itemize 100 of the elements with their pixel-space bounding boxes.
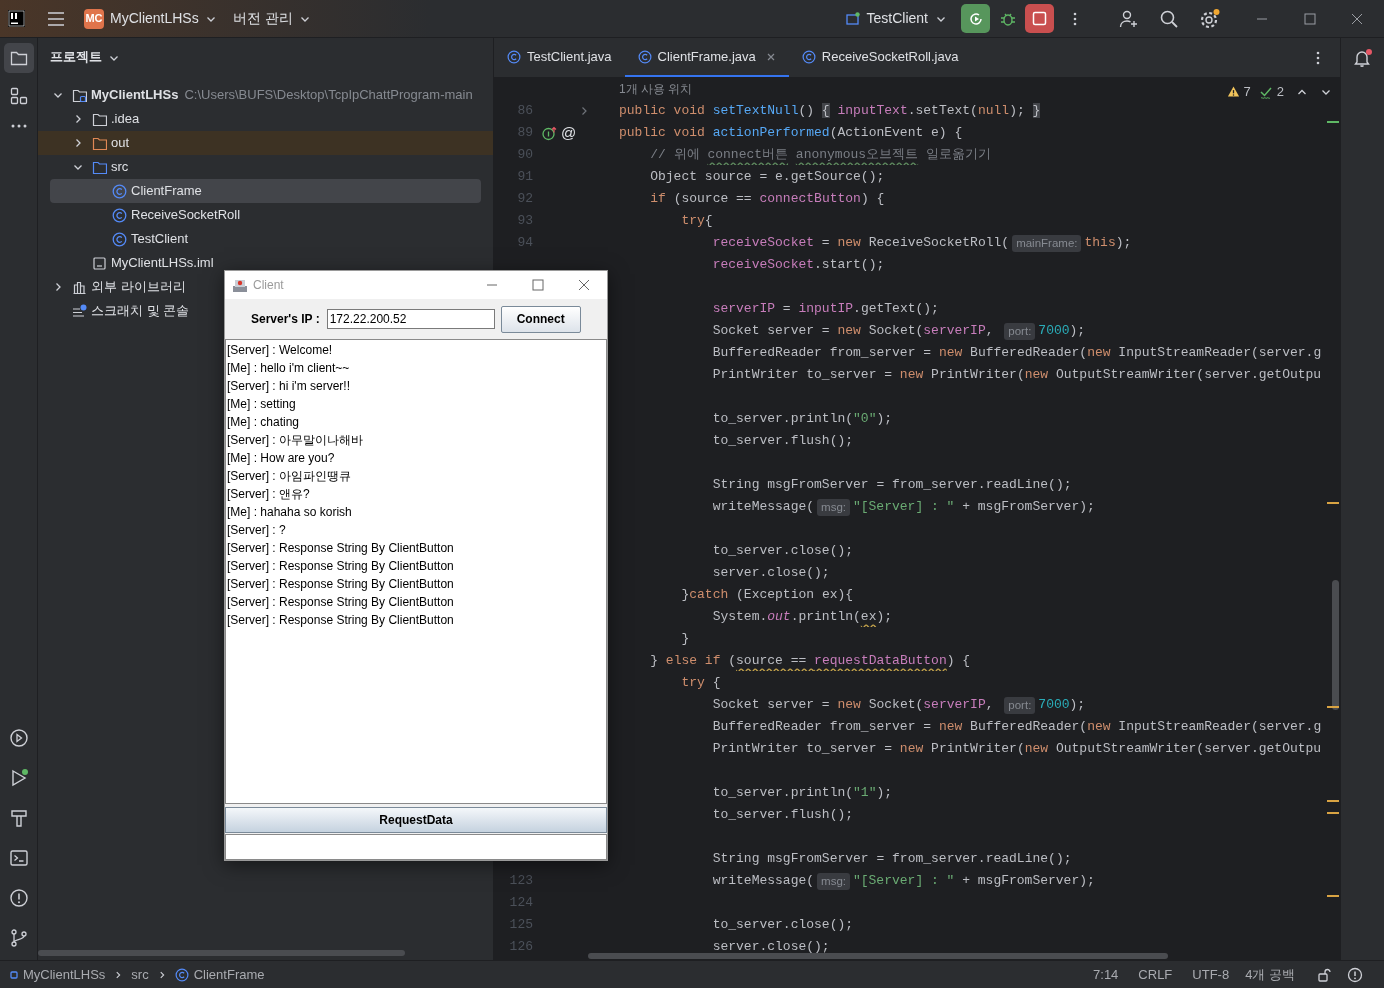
stop-button[interactable]	[1025, 4, 1054, 33]
chat-log[interactable]	[225, 339, 607, 804]
editor-tab[interactable]: TestClient.java	[494, 38, 625, 77]
code-text: writeMessage(	[712, 872, 815, 891]
typo-count[interactable]: 2	[1276, 82, 1284, 102]
search-icon[interactable]	[1159, 8, 1179, 29]
code-text: to_server.close();	[712, 916, 854, 935]
tree-item[interactable]: ReceiveSocketRoll	[50, 203, 247, 227]
code-text: // 위에 connect버튼 anonymous오브젝트 일로옮기기	[650, 146, 991, 165]
scrollbar[interactable]	[588, 953, 1168, 959]
caret-position[interactable]: 7:14	[1093, 964, 1119, 985]
close-icon[interactable]	[765, 51, 776, 62]
close-icon[interactable]	[1350, 11, 1364, 26]
chat-message: [Server] : hi i'm server!!	[227, 378, 351, 395]
code-text: Socket server = new Socket(serverIP,	[712, 322, 995, 341]
scrollbar[interactable]	[1332, 580, 1339, 710]
rerun-button[interactable]	[961, 4, 990, 33]
services-icon[interactable]	[8, 728, 29, 748]
tree-item[interactable]: ClientFrame	[50, 179, 481, 203]
chat-message: [Server] : Response String By ClientButton	[227, 558, 455, 575]
hammer-icon[interactable]	[8, 808, 29, 828]
chat-message: [Server] : 아임파인땡큐	[227, 468, 352, 485]
tree-item[interactable]: MyClientLHSs C:\Users\BUFS\Desktop\TcpIpChattProgram-main	[50, 83, 479, 107]
tree-item[interactable]: MyClientLHSs.iml	[50, 251, 220, 275]
app-icon	[232, 277, 248, 293]
code-text: }catch (Exception ex){	[681, 586, 854, 605]
line-separator[interactable]: CRLF	[1138, 964, 1173, 985]
code-text: server.close();	[712, 564, 830, 583]
notification-bell-icon[interactable]	[1352, 48, 1373, 68]
chat-message: [Server] : Response String By ClientButton	[227, 540, 455, 557]
menu-icon[interactable]	[47, 10, 65, 27]
folder-icon	[9, 50, 28, 66]
code-text: serverIP = inputIP.getText();	[712, 300, 939, 319]
code-text: public void setTextNull() { inputText.setText(null); }	[619, 102, 1041, 121]
vcs-menu[interactable]: 버전 관리	[232, 4, 311, 33]
chat-message: [Server] : 아무말이나해바	[227, 432, 364, 449]
class-icon	[507, 49, 521, 64]
folder-icon	[92, 111, 107, 127]
structure-icon[interactable]	[9, 87, 28, 105]
code-text: "[Server] : " + msgFromServer);	[852, 498, 1095, 517]
application-icon	[845, 11, 860, 26]
settings-icon[interactable]	[1199, 7, 1221, 30]
implements-icon[interactable]	[542, 125, 557, 141]
code-text: }	[681, 630, 690, 649]
code-text: "[Server] : " + msgFromServer);	[852, 872, 1095, 891]
code-text: to_server.close();	[712, 542, 854, 561]
inlay-hint: port:	[1004, 696, 1036, 714]
ip-input-field[interactable]: 172.22.200.52	[326, 309, 495, 329]
tree-item[interactable]: .idea	[50, 107, 146, 131]
scrollbar[interactable]	[38, 950, 405, 956]
warning-count[interactable]: 7	[1243, 82, 1251, 102]
code-text: try{	[681, 212, 713, 231]
code-text: public void actionPerformed(ActionEvent e) {	[619, 124, 963, 143]
breadcrumb[interactable]: ClientFrame	[174, 964, 265, 985]
module-icon	[10, 970, 18, 979]
class-icon	[112, 231, 127, 247]
warning-icon	[1226, 85, 1240, 99]
git-branch-icon[interactable]	[8, 928, 29, 948]
breadcrumb[interactable]: src	[131, 964, 149, 985]
inlay-hint: port:	[1004, 322, 1036, 340]
breadcrumb[interactable]: MyClientLHSs	[10, 964, 106, 985]
code-text: if (source == connectButton) {	[650, 190, 885, 209]
tree-item[interactable]: TestClient	[50, 227, 195, 251]
file-encoding[interactable]: UTF-8	[1192, 964, 1230, 985]
tree-item[interactable]: 외부 라이브러리	[50, 275, 192, 299]
code-text: writeMessage(	[712, 498, 815, 517]
add-user-icon[interactable]	[1119, 8, 1139, 29]
terminal-icon[interactable]	[8, 848, 29, 868]
project-selector[interactable]: MC MyClientLHSs	[84, 4, 217, 33]
tree-item[interactable]: 스크래치 및 콘솔	[50, 299, 196, 323]
window-title: Client	[253, 277, 284, 294]
lock-icon[interactable]	[1317, 967, 1331, 982]
connect-button[interactable]: Connect	[500, 305, 581, 333]
code-text: BufferedReader from_server = new BufferedReader(new InputStreamReader(server.g	[712, 344, 1322, 363]
more-icon[interactable]	[9, 123, 28, 129]
tree-item[interactable]: out	[50, 131, 136, 155]
tree-item[interactable]: src	[50, 155, 135, 179]
class-icon	[174, 967, 189, 982]
editor-tab[interactable]: ReceiveSocketRoll.java	[788, 38, 972, 77]
code-text: to_server.flush();	[712, 806, 854, 825]
problems-icon[interactable]	[8, 888, 29, 908]
request-data-button[interactable]: RequestData	[225, 807, 607, 833]
library-icon	[72, 279, 87, 295]
message-input-field[interactable]	[225, 834, 607, 860]
panel-title[interactable]: 프로젝트	[50, 48, 102, 66]
chat-message: [Me] : hello i'm client~~	[227, 360, 351, 377]
usages-hint[interactable]: 1개 사용 위치	[619, 80, 693, 98]
editor-tab[interactable]: ClientFrame.java	[624, 38, 789, 77]
code-text: Object source = e.getSource();	[650, 168, 885, 187]
chat-message: [Server] : ?	[227, 522, 287, 539]
class-icon	[112, 183, 127, 199]
problems-icon[interactable]	[1347, 966, 1363, 983]
run-config-selector[interactable]: TestClient	[845, 4, 947, 33]
project-tool-button[interactable]	[3, 43, 34, 73]
project-badge: MC	[84, 8, 104, 29]
annotation-marker[interactable]: @	[561, 125, 577, 141]
code-text: 7000);	[1038, 696, 1086, 715]
maximize-icon[interactable]	[1303, 11, 1317, 26]
indent-setting[interactable]: 4개 공백	[1245, 964, 1295, 985]
code-text: receiveSocket.start();	[712, 256, 885, 275]
